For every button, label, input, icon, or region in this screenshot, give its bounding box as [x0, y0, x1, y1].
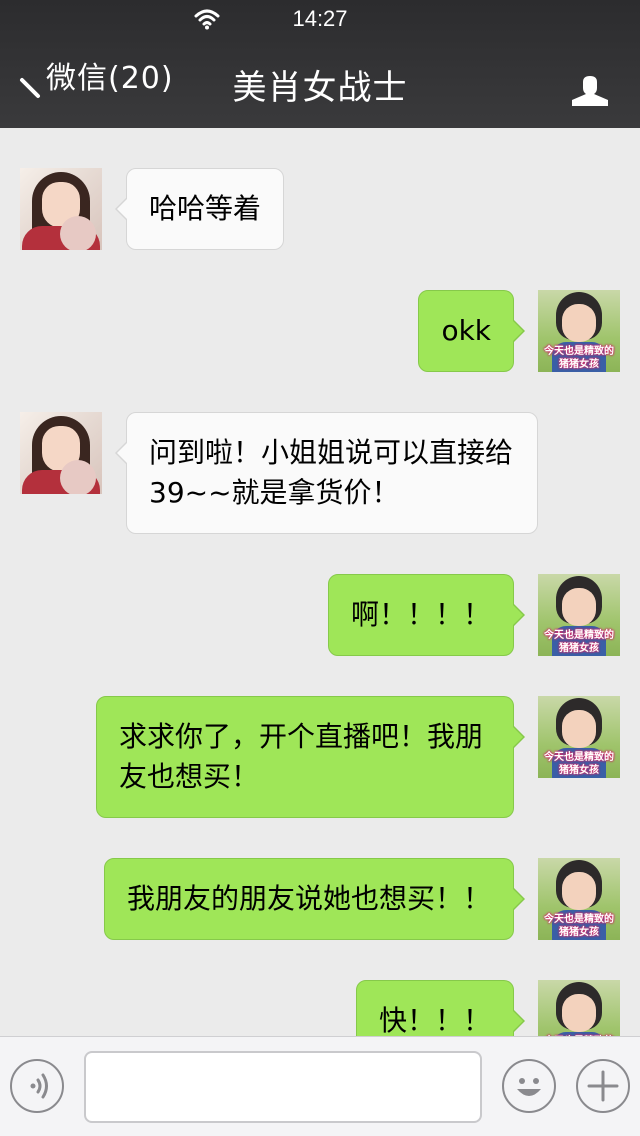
- status-time: 14:27: [292, 6, 348, 31]
- kid-sticker-avatar[interactable]: 今天也是精致的 猪猪女孩: [538, 290, 620, 372]
- kid-sticker-avatar[interactable]: 今天也是精致的 猪猪女孩: [538, 574, 620, 656]
- message-bubble[interactable]: okk: [418, 290, 525, 372]
- header: 14:27 微信(20) 美肖女战士: [0, 0, 640, 128]
- sticker-caption-line2: 猪猪女孩: [559, 765, 599, 776]
- sticker-caption-line2: 猪猪女孩: [559, 643, 599, 654]
- sticker-caption-line1: 今天也是精致的: [544, 914, 614, 925]
- kid-sticker-avatar[interactable]: 今天也是精致的 猪猪女孩: [538, 980, 620, 1036]
- kid-sticker-avatar[interactable]: 今天也是精致的 猪猪女孩: [538, 858, 620, 940]
- status-bar: 14:27: [0, 0, 640, 40]
- sticker-caption-line1: 今天也是精致的: [544, 752, 614, 763]
- message-bubble[interactable]: 求求你了，开个直播吧！我朋友也想买！: [96, 696, 525, 818]
- plus-button[interactable]: [576, 1059, 630, 1113]
- voice-button[interactable]: [10, 1059, 64, 1113]
- message-bubble[interactable]: 问到啦！小姐姐说可以直接给39~~就是拿货价！: [115, 412, 538, 534]
- sticker-caption-line1: 今天也是精致的: [544, 630, 614, 641]
- message-input[interactable]: [84, 1051, 482, 1123]
- person-icon[interactable]: [570, 76, 610, 106]
- kid-sticker-avatar[interactable]: 今天也是精致的 猪猪女孩: [538, 696, 620, 778]
- input-bar: [0, 1036, 640, 1136]
- nav-bar: 微信(20) 美肖女战士: [0, 40, 640, 128]
- emoji-button[interactable]: [502, 1059, 556, 1113]
- smiley-icon: [517, 1078, 541, 1096]
- message-bubble[interactable]: 啊！！！！: [327, 574, 526, 656]
- girl-avatar[interactable]: [20, 168, 102, 250]
- message-bubble[interactable]: 哈哈等着: [114, 168, 285, 250]
- voice-icon: [30, 1073, 48, 1099]
- girl-avatar[interactable]: [20, 412, 102, 494]
- wechat-chat-screen: 14:27 微信(20) 美肖女战士 哈哈等着 今天也是精致的 猪猪女孩 okk…: [0, 0, 640, 1136]
- message-bubble[interactable]: 快！！！: [355, 980, 526, 1036]
- message-bubble[interactable]: 我朋友的朋友说她也想买！！: [103, 858, 526, 940]
- message-list[interactable]: 哈哈等着 今天也是精致的 猪猪女孩 okk 问到啦！小姐姐说可以直接给39~~就…: [0, 128, 640, 1036]
- chat-title: 美肖女战士: [232, 68, 408, 108]
- plus-icon: [587, 1070, 619, 1102]
- sticker-caption-line2: 猪猪女孩: [559, 359, 599, 370]
- sticker-caption-line2: 猪猪女孩: [559, 927, 599, 938]
- sticker-caption-line1: 今天也是精致的: [544, 346, 614, 357]
